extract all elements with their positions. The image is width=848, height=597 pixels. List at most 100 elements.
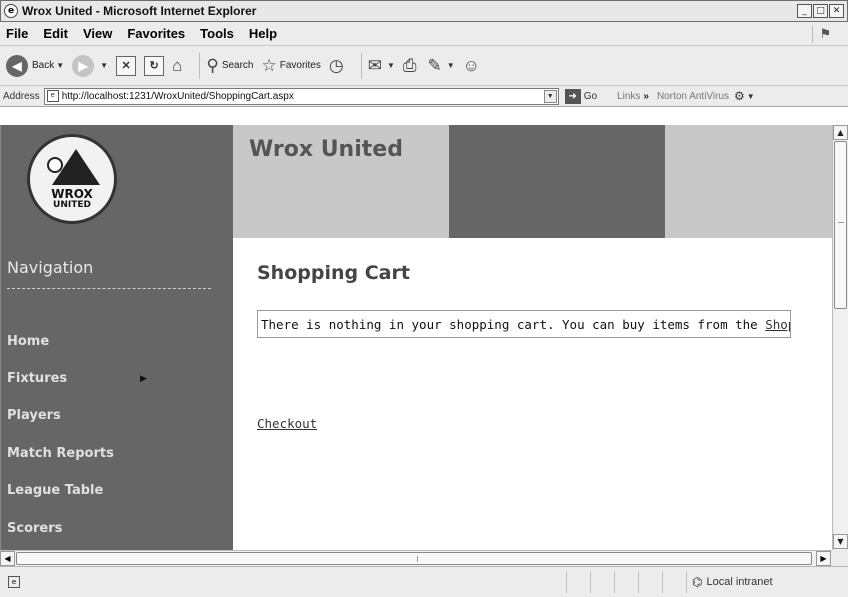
scroll-left-button[interactable]: ◀ bbox=[0, 551, 15, 566]
norton-dropdown-icon[interactable]: ▼ bbox=[747, 92, 755, 101]
minimize-button[interactable]: _ bbox=[797, 4, 812, 18]
print-icon: ⎙ bbox=[402, 55, 417, 75]
status-separator bbox=[662, 571, 663, 593]
windows-flag-icon: ⚑ bbox=[812, 25, 838, 43]
window-controls: _ □ ✕ bbox=[797, 4, 844, 18]
status-separator bbox=[686, 571, 687, 593]
address-dropdown-button[interactable]: ▼ bbox=[543, 89, 557, 103]
stop-button[interactable]: ✕ bbox=[116, 55, 137, 76]
toolbar-separator bbox=[199, 52, 201, 79]
chevron-right-icon[interactable]: » bbox=[643, 91, 649, 102]
header-panel-3 bbox=[665, 125, 832, 238]
address-input[interactable]: e http://localhost:1231/WroxUnited/Shopp… bbox=[43, 87, 559, 105]
nav-item-players[interactable]: Players bbox=[7, 408, 61, 423]
search-button[interactable]: ⚲ Search bbox=[206, 56, 253, 76]
status-separator bbox=[638, 571, 639, 593]
stop-icon: ✕ bbox=[116, 55, 137, 76]
zone-label: Local intranet bbox=[706, 576, 773, 588]
status-separator bbox=[566, 571, 567, 593]
scroll-grip-icon bbox=[838, 222, 844, 223]
address-url[interactable]: http://localhost:1231/WroxUnited/Shoppin… bbox=[62, 91, 294, 102]
search-icon: ⚲ bbox=[206, 55, 219, 75]
navigation-divider bbox=[7, 288, 211, 289]
history-button[interactable]: ◷ bbox=[329, 56, 347, 76]
mail-dropdown-icon[interactable]: ▼ bbox=[387, 61, 395, 70]
back-label: Back bbox=[32, 60, 55, 71]
submenu-arrow-icon: ▶ bbox=[140, 374, 147, 384]
site-header: WROX UNITED Wrox United bbox=[1, 125, 832, 238]
home-button[interactable]: ⌂ bbox=[172, 56, 185, 76]
status-separator bbox=[590, 571, 591, 593]
vertical-scroll-thumb[interactable] bbox=[834, 141, 847, 309]
go-label: Go bbox=[583, 90, 598, 102]
forward-dropdown-icon[interactable]: ▼ bbox=[100, 61, 108, 70]
logo-text-line1: WROX bbox=[51, 187, 93, 201]
page-viewport: WROX UNITED Wrox United Navigation Home … bbox=[0, 125, 832, 550]
refresh-button[interactable]: ↻ bbox=[144, 55, 165, 76]
edit-dropdown-icon[interactable]: ▼ bbox=[447, 61, 455, 70]
nav-item-scorers[interactable]: Scorers bbox=[7, 521, 62, 536]
close-button[interactable]: ✕ bbox=[829, 4, 844, 18]
nav-item-league-table[interactable]: League Table bbox=[7, 483, 103, 498]
print-button[interactable]: ⎙ bbox=[403, 56, 420, 76]
norton-antivirus-label[interactable]: Norton AntiVirus bbox=[657, 91, 729, 102]
navigation-sidebar: Navigation Home Fixtures ▶ Players Match… bbox=[1, 238, 233, 550]
menu-file[interactable]: File bbox=[6, 26, 28, 41]
checkout-link[interactable]: Checkout bbox=[257, 416, 317, 431]
messenger-button[interactable]: ☺ bbox=[463, 56, 483, 76]
favorites-label: Favorites bbox=[279, 60, 321, 71]
edit-button[interactable]: ✎ ▼ bbox=[428, 56, 455, 76]
menu-edit[interactable]: Edit bbox=[43, 26, 68, 41]
vertical-scrollbar[interactable]: ▲ ▼ bbox=[832, 125, 848, 550]
security-zone: ⌬ Local intranet bbox=[692, 575, 773, 589]
scrollbar-corner bbox=[832, 550, 848, 566]
scroll-down-button[interactable]: ▼ bbox=[833, 534, 848, 549]
wrox-united-logo[interactable]: WROX UNITED bbox=[27, 134, 117, 224]
menu-bar: File Edit View Favorites Tools Help ⚑ bbox=[0, 22, 848, 46]
links-toolbar[interactable]: Links» bbox=[617, 91, 649, 102]
cart-message-box: There is nothing in your shopping cart. … bbox=[257, 310, 791, 338]
shop-link[interactable]: Shop bbox=[765, 317, 790, 332]
intranet-icon: ⌬ bbox=[692, 575, 703, 589]
edit-icon: ✎ bbox=[427, 55, 442, 75]
back-arrow-icon: ◀ bbox=[6, 54, 28, 77]
header-panel-2 bbox=[449, 125, 665, 238]
scroll-right-button[interactable]: ▶ bbox=[816, 551, 831, 566]
nav-item-fixtures[interactable]: Fixtures bbox=[7, 371, 67, 386]
cart-message: There is nothing in your shopping cart. … bbox=[261, 317, 766, 332]
horizontal-scrollbar[interactable]: ◀ ▶ bbox=[0, 550, 832, 566]
maximize-button[interactable]: □ bbox=[813, 4, 828, 18]
norton-icon[interactable]: ⚙ bbox=[734, 89, 745, 103]
site-title: Wrox United bbox=[249, 137, 403, 162]
favorites-button[interactable]: ☆ Favorites bbox=[262, 56, 321, 76]
favorites-star-icon: ☆ bbox=[261, 55, 277, 75]
messenger-icon: ☺ bbox=[462, 55, 481, 75]
nav-item-home[interactable]: Home bbox=[7, 334, 49, 349]
go-button[interactable]: ➜ Go bbox=[564, 88, 598, 104]
header-panel-1: Wrox United bbox=[233, 125, 449, 238]
ie-logo-icon: e bbox=[4, 4, 18, 18]
standard-toolbar: ◀ Back ▼ ▶ ▼ ✕ ↻ ⌂ ⚲ Search ☆ Favorites … bbox=[0, 46, 848, 86]
mail-button[interactable]: ✉ ▼ bbox=[368, 56, 395, 76]
links-label: Links bbox=[617, 90, 641, 102]
page-title: Shopping Cart bbox=[257, 262, 410, 284]
toolbar-separator bbox=[360, 52, 362, 79]
menu-view[interactable]: View bbox=[83, 26, 112, 41]
back-dropdown-icon[interactable]: ▼ bbox=[56, 61, 64, 70]
main-content: Shopping Cart There is nothing in your s… bbox=[233, 238, 832, 550]
menu-favorites[interactable]: Favorites bbox=[127, 26, 185, 41]
back-button[interactable]: ◀ Back ▼ bbox=[6, 54, 64, 77]
window-title-bar: e Wrox United - Microsoft Internet Explo… bbox=[0, 0, 848, 22]
logo-area: WROX UNITED bbox=[1, 125, 233, 238]
scroll-grip-icon bbox=[417, 556, 418, 562]
menu-help[interactable]: Help bbox=[249, 26, 277, 41]
nav-item-match-reports[interactable]: Match Reports bbox=[7, 446, 114, 461]
window-title: Wrox United - Microsoft Internet Explore… bbox=[22, 4, 257, 18]
forward-arrow-icon: ▶ bbox=[72, 54, 95, 77]
scroll-up-button[interactable]: ▲ bbox=[833, 125, 848, 140]
logo-ball-shape bbox=[47, 157, 63, 173]
horizontal-scroll-thumb[interactable] bbox=[16, 552, 812, 565]
forward-button[interactable]: ▶ ▼ bbox=[72, 54, 108, 77]
mail-icon: ✉ bbox=[367, 55, 382, 75]
menu-tools[interactable]: Tools bbox=[200, 26, 234, 41]
